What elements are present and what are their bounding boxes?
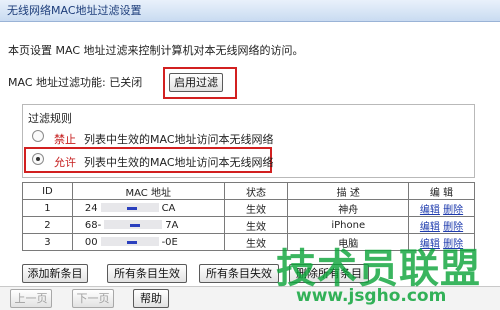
rule-deny-radio[interactable] <box>32 130 44 142</box>
delete-link[interactable]: 删除 <box>443 222 463 233</box>
add-entry-button[interactable]: 添加新条目 <box>22 264 88 283</box>
rule-deny-text: 列表中生效的MAC地址访问本无线网络 <box>84 133 274 146</box>
mac-suffix: -0E <box>161 236 178 248</box>
disable-all-button[interactable]: 所有条目失效 <box>199 264 279 283</box>
mac-redaction <box>100 203 159 212</box>
row-id: 1 <box>22 199 73 217</box>
edit-link[interactable]: 编辑 <box>420 222 440 233</box>
rule-deny-keyword: 禁止 <box>54 133 76 146</box>
row-desc: iPhone <box>287 216 410 234</box>
mac-redaction <box>104 220 163 229</box>
mac-prefix: 24 <box>84 202 98 214</box>
mac-suffix: 7A <box>165 219 179 231</box>
watermark-url: www.jsgho.com <box>296 286 447 306</box>
row-mac: 68- 7A <box>71 216 225 234</box>
mac-prefix: 00 <box>84 236 98 248</box>
prev-page-button[interactable]: 上一页 <box>10 289 52 308</box>
row-status: 生效 <box>223 199 289 217</box>
mac-prefix: 68- <box>84 219 102 231</box>
rule-allow-keyword: 允许 <box>54 156 76 169</box>
header-mac: MAC 地址 <box>71 182 225 200</box>
edit-link[interactable]: 编辑 <box>420 205 440 216</box>
rule-allow-radio[interactable] <box>32 153 44 165</box>
page-title: 无线网络MAC地址过滤设置 <box>0 0 500 22</box>
mac-redaction <box>100 237 159 246</box>
row-mac: 00 -0E <box>71 233 225 251</box>
table-row: 1 24 CA 生效 神舟 编辑 删除 <box>22 199 475 217</box>
enable-all-button[interactable]: 所有条目生效 <box>107 264 187 283</box>
enable-filter-button[interactable]: 启用过滤 <box>169 73 223 92</box>
delete-link[interactable]: 删除 <box>443 205 463 216</box>
row-mac: 24 CA <box>71 199 225 217</box>
mac-suffix: CA <box>161 202 176 214</box>
help-button[interactable]: 帮助 <box>133 289 169 308</box>
filter-rules-title: 过滤规则 <box>28 112 72 125</box>
row-actions: 编辑 删除 <box>408 216 475 234</box>
row-id: 3 <box>22 233 73 251</box>
table-row: 2 68- 7A 生效 iPhone 编辑 删除 <box>22 216 475 234</box>
header-desc: 描 述 <box>287 182 410 200</box>
filter-status-label: MAC 地址过滤功能: 已关闭 <box>8 76 143 89</box>
header-edit: 编 辑 <box>408 182 475 200</box>
table-header-row: ID MAC 地址 状态 描 述 编 辑 <box>22 182 475 200</box>
row-status: 生效 <box>223 216 289 234</box>
rule-allow-text: 列表中生效的MAC地址访问本无线网络 <box>84 156 274 169</box>
header-id: ID <box>22 182 73 200</box>
row-desc: 神舟 <box>287 199 410 217</box>
header-status: 状态 <box>223 182 289 200</box>
row-id: 2 <box>22 216 73 234</box>
row-actions: 编辑 删除 <box>408 199 475 217</box>
next-page-button[interactable]: 下一页 <box>72 289 114 308</box>
page-description: 本页设置 MAC 地址过滤来控制计算机对本无线网络的访问。 <box>8 44 304 57</box>
